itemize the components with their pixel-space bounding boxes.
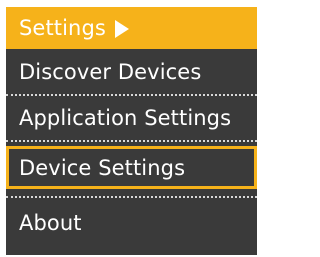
menu-item-discover-devices[interactable]: Discover Devices <box>6 49 257 94</box>
menu-item-application-settings[interactable]: Application Settings <box>6 96 257 140</box>
play-arrow-icon <box>114 19 129 38</box>
menu-item-label: Device Settings <box>19 155 186 180</box>
menu-item-about[interactable]: About <box>6 198 257 248</box>
settings-menu: Settings Discover Devices Application Se… <box>6 7 257 255</box>
menu-header-settings[interactable]: Settings <box>6 7 257 49</box>
menu-item-label: Discover Devices <box>19 59 202 84</box>
menu-item-label: Application Settings <box>19 106 232 130</box>
menu-divider <box>6 140 257 142</box>
menu-header-label: Settings <box>19 16 106 40</box>
menu-item-device-settings[interactable]: Device Settings <box>6 146 257 189</box>
menu-item-label: About <box>19 211 82 235</box>
